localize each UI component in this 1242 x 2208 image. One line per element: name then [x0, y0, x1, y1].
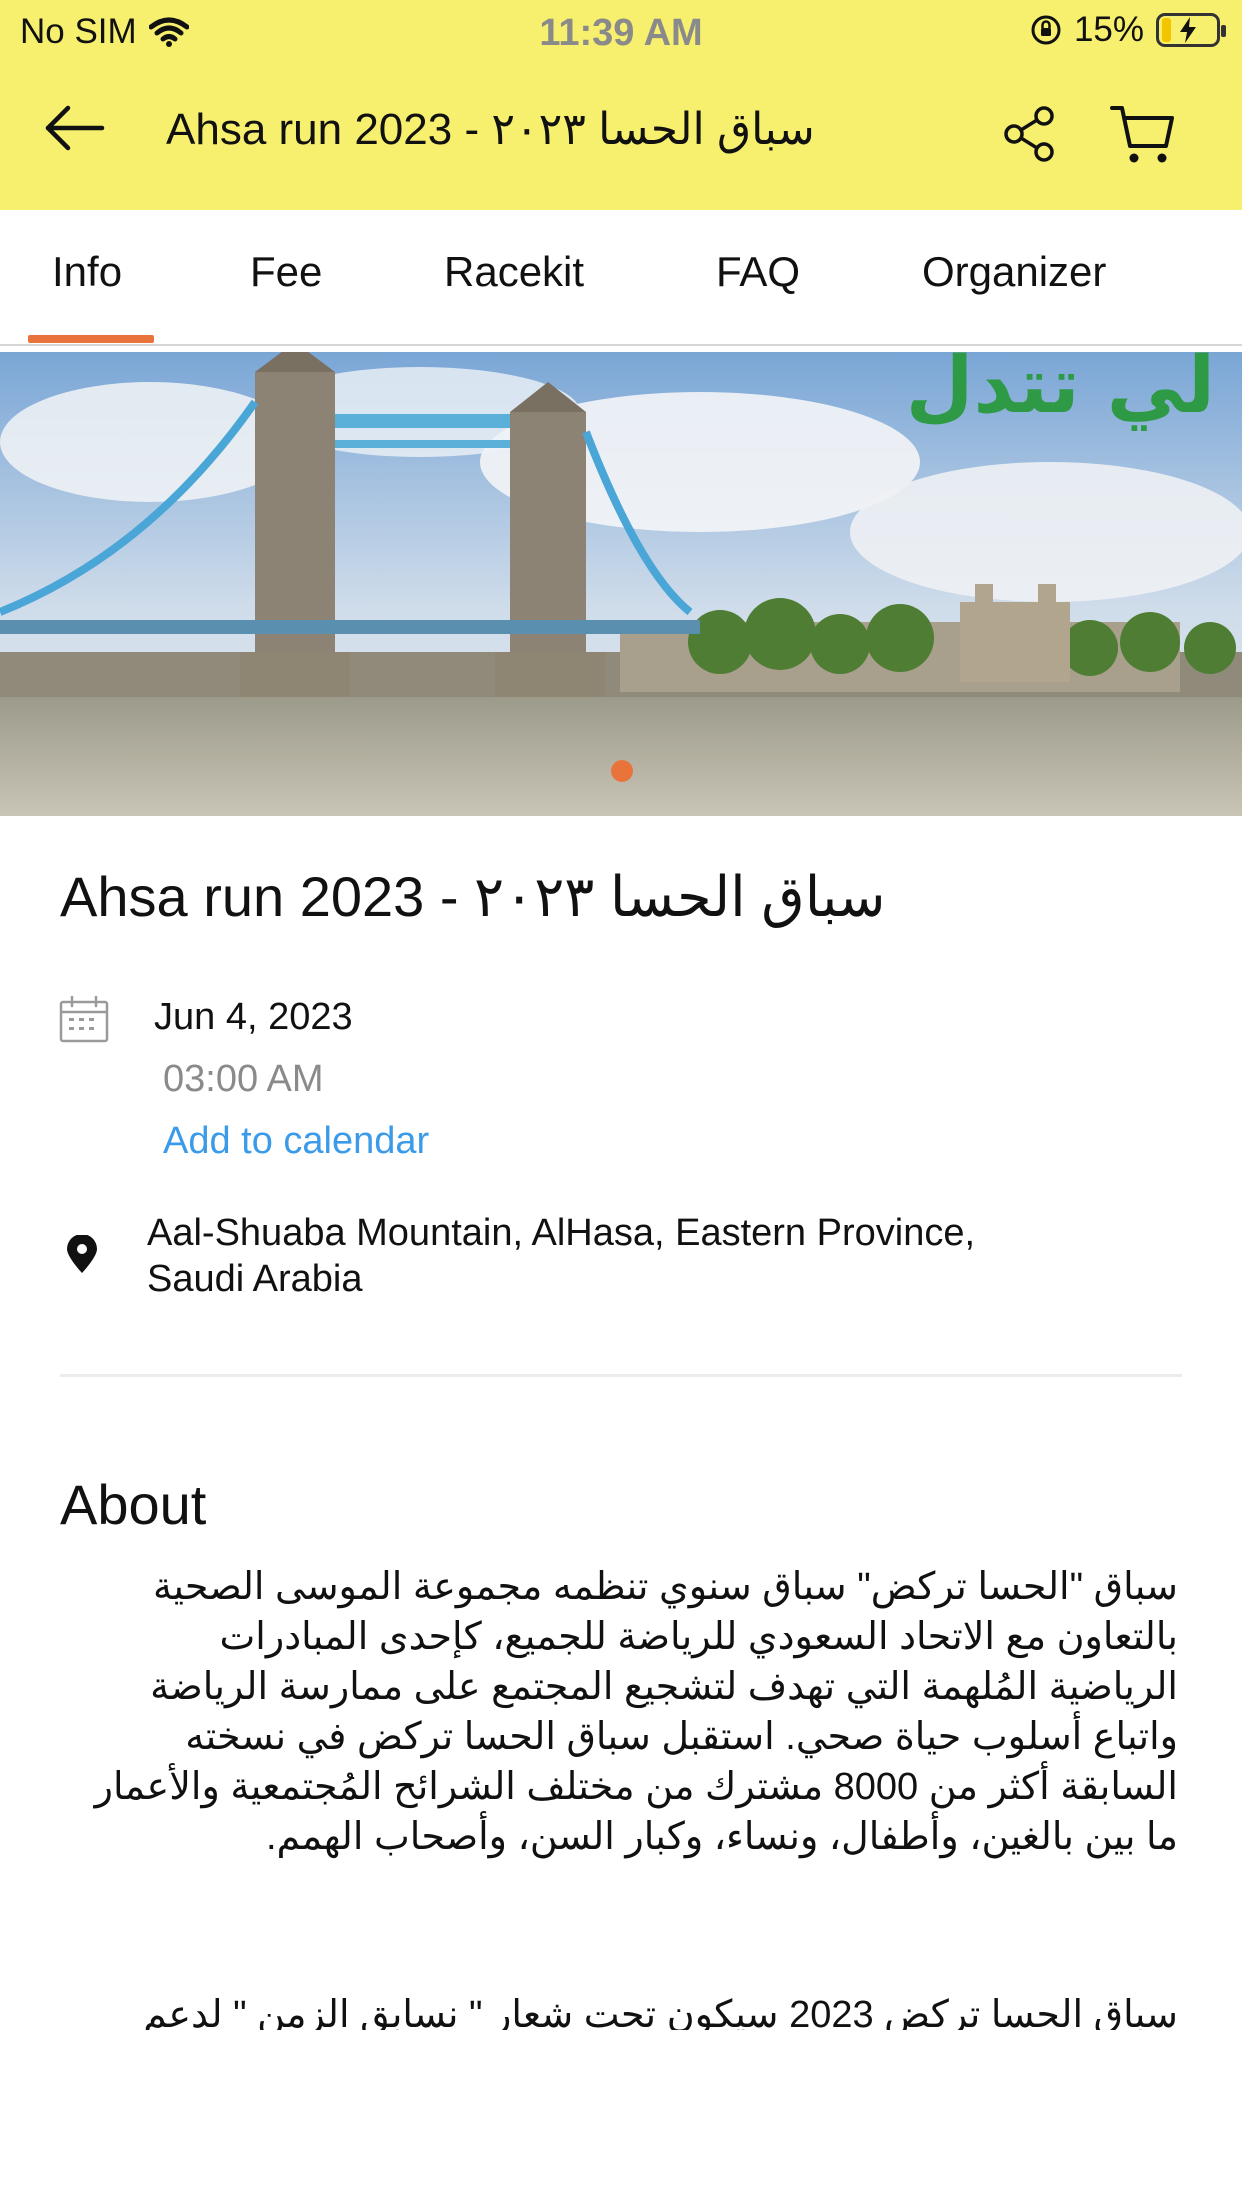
tab-organizer[interactable]: Organizer	[922, 248, 1106, 296]
add-to-calendar-link[interactable]: Add to calendar	[163, 1120, 429, 1163]
about-paragraph-continued: سباق الحسا تركض 2023 سيكون تحت شعار " نس…	[143, 1994, 1178, 2030]
battery-icon	[1156, 13, 1226, 47]
active-tab-indicator	[28, 335, 154, 343]
tab-racekit[interactable]: Racekit	[444, 248, 584, 296]
header: No SIM 11:39 AM 15% Ahsa run 2023 - سباق…	[0, 0, 1242, 210]
carousel-indicator-dot	[611, 760, 633, 782]
about-paragraph: سباق "الحسا تركض" سباق سنوي تنظمه مجموعة…	[94, 1566, 1178, 1858]
battery-nub	[1221, 25, 1226, 37]
app-bar-title: Ahsa run 2023 - سباق الحسا ٢٠٢٣	[166, 105, 815, 154]
calendar-icon	[59, 995, 109, 1043]
event-address[interactable]: Aal-Shuaba Mountain, AlHasa, Eastern Pro…	[147, 1210, 1097, 1302]
orientation-lock-icon	[1031, 15, 1061, 45]
event-time: 03:00 AM	[163, 1058, 324, 1100]
about-heading: About	[60, 1473, 207, 1536]
section-divider	[60, 1374, 1182, 1377]
location-pin-icon	[67, 1235, 97, 1273]
address-line-2: Saudi Arabia	[147, 1258, 363, 1300]
status-right: 15%	[1030, 10, 1226, 50]
banner-illustration: لي تتدل	[0, 352, 1242, 816]
cart-icon[interactable]	[1108, 98, 1178, 168]
back-arrow-icon[interactable]	[42, 102, 108, 154]
tab-fee[interactable]: Fee	[250, 248, 322, 296]
banner-overlay-text: لي تتدل	[906, 352, 1215, 431]
app-bar: Ahsa run 2023 - سباق الحسا ٢٠٢٣	[0, 62, 1242, 210]
tab-faq[interactable]: FAQ	[716, 248, 800, 296]
event-title: Ahsa run 2023 - سباق الحسا ٢٠٢٣	[60, 865, 886, 928]
event-date: Jun 4, 2023	[154, 996, 353, 1038]
tab-bar: Info Fee Racekit FAQ Organizer	[0, 210, 1242, 346]
share-icon[interactable]	[1000, 104, 1060, 164]
event-banner-image[interactable]: لي تتدل	[0, 352, 1242, 816]
status-bar: No SIM 11:39 AM 15%	[0, 0, 1242, 62]
charging-bolt-icon	[1159, 16, 1217, 44]
battery-percent: 15%	[1073, 10, 1144, 49]
address-line-1: Aal-Shuaba Mountain, AlHasa, Eastern Pro…	[147, 1212, 976, 1254]
tab-info[interactable]: Info	[52, 248, 122, 296]
